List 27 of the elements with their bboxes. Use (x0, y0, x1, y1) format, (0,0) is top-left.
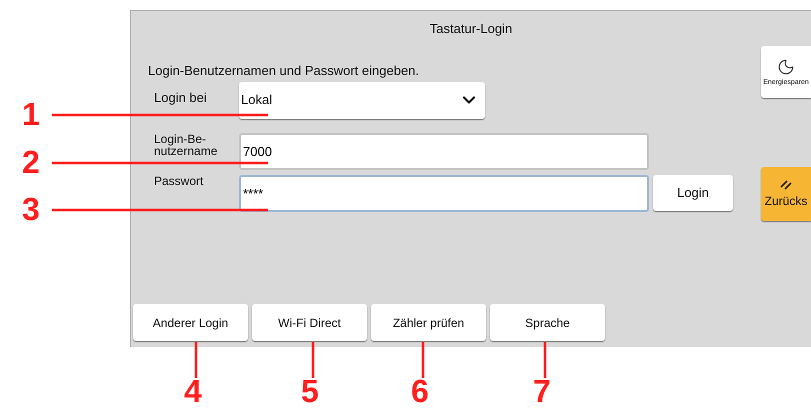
function-button[interactable]: Sprache (490, 304, 605, 341)
instruction-text: Login-Benutzernamen und Passwort eingeben. (148, 62, 420, 80)
callout-number: 2 (22, 145, 40, 179)
callout-number: 4 (184, 374, 202, 408)
input-field[interactable]: **** (239, 174, 649, 212)
callout-number: 6 (411, 374, 429, 408)
callout-number: 1 (22, 97, 40, 131)
callout-number: 7 (533, 374, 551, 408)
double-slash-icon (780, 178, 792, 190)
leader-line (312, 342, 314, 378)
login-button[interactable]: Login (653, 174, 733, 210)
function-button[interactable]: Wi-Fi Direct (252, 304, 367, 341)
leader-line (422, 342, 424, 378)
field-label: Passwort (153, 174, 204, 186)
leader-line (194, 342, 198, 378)
reset-button[interactable]: Zurücks (761, 167, 811, 221)
login-dropdown[interactable]: Lokal (239, 82, 485, 118)
callout-number: 3 (22, 192, 40, 226)
leader-line (544, 342, 546, 378)
field-label: Login bei (153, 88, 208, 107)
callout-number: 5 (301, 374, 319, 408)
field-label: Login-Be- nutzername (153, 132, 218, 156)
screen-title: Tastatur-Login (430, 20, 512, 38)
function-button[interactable]: Zähler prüfen (371, 304, 486, 341)
moon-icon (777, 58, 795, 76)
input-field[interactable]: 7000 (239, 132, 649, 170)
function-button[interactable]: Anderer Login (133, 304, 248, 341)
